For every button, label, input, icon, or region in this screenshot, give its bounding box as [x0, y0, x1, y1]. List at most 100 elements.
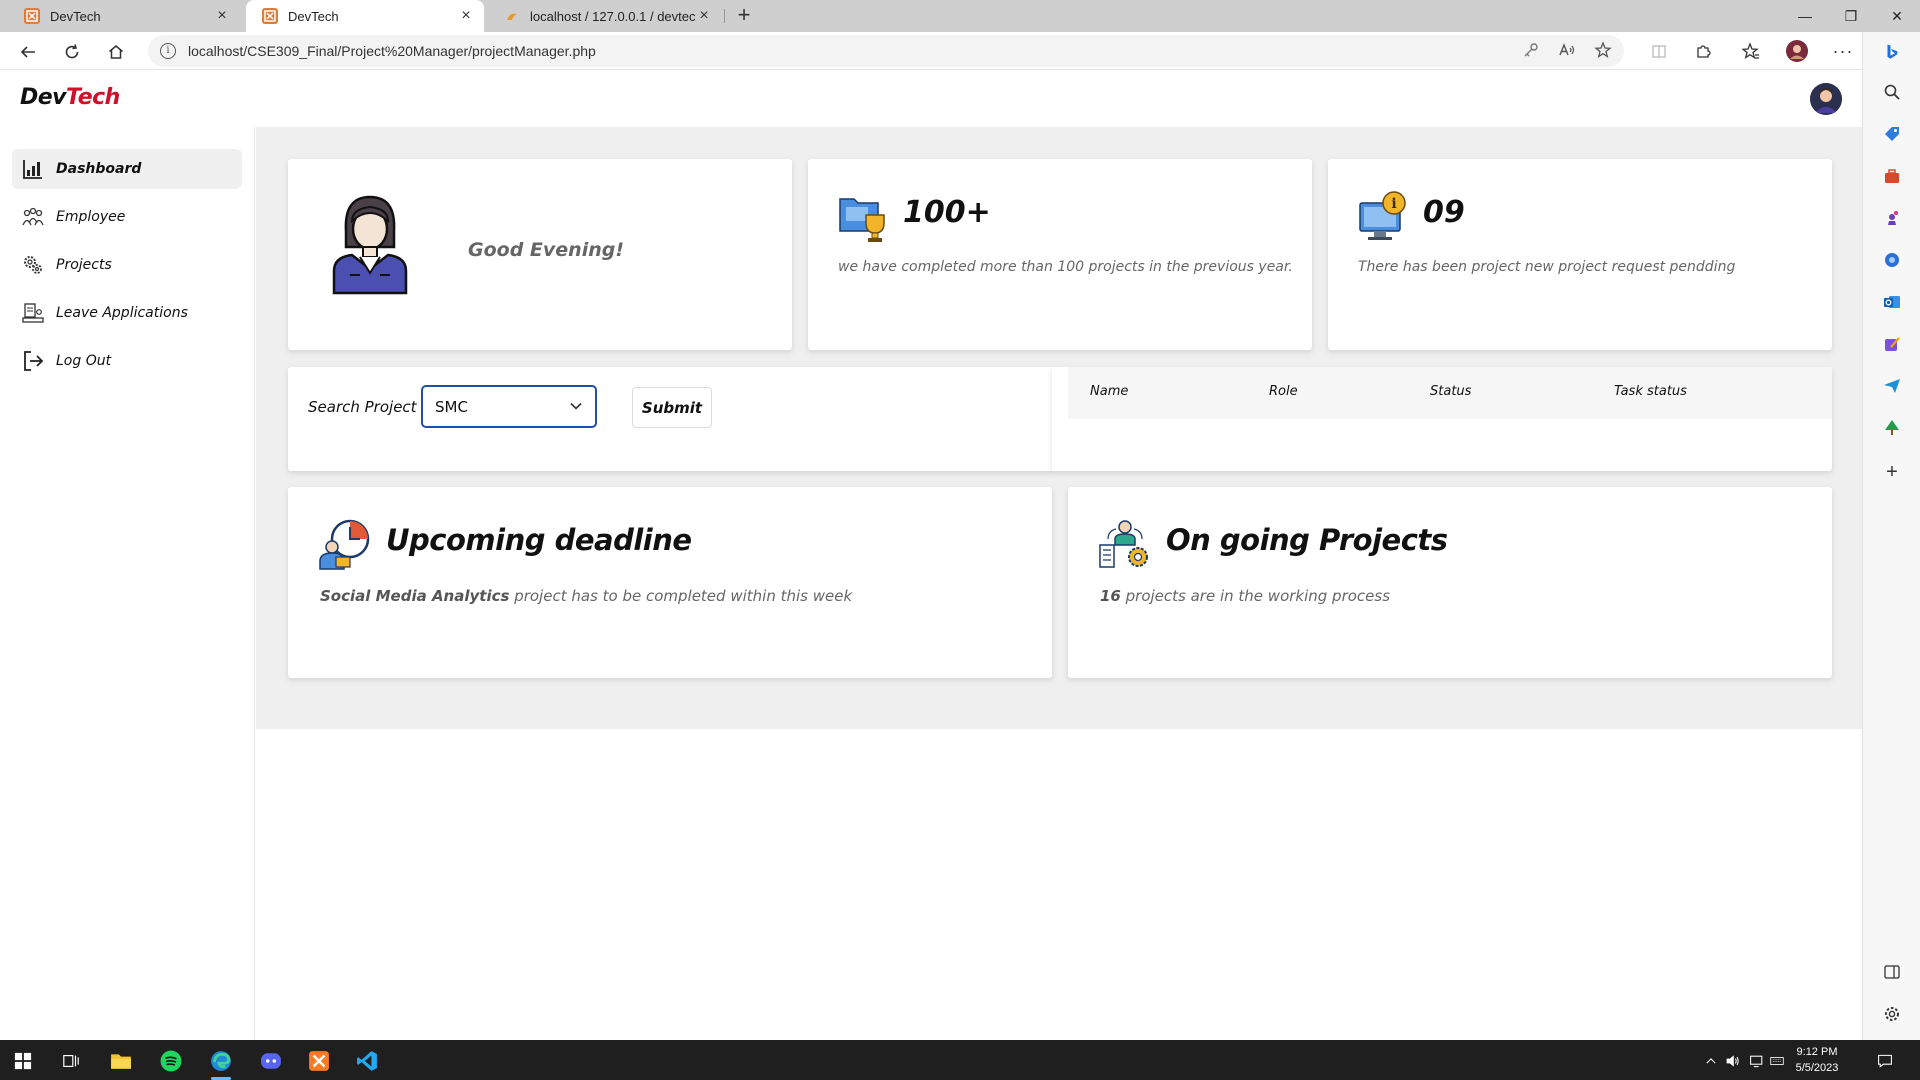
outlook-icon[interactable] [1880, 290, 1904, 314]
profile-avatar[interactable] [1786, 40, 1808, 62]
edge-sidebar: + [1862, 32, 1920, 1040]
tab-title: DevTech [50, 8, 101, 24]
trophy-folder-icon [839, 198, 885, 242]
sidebar-item-label: Dashboard [56, 161, 142, 177]
browser-tab[interactable]: localhost / 127.0.0.1 / devtech / t × [488, 0, 722, 32]
site-info-icon[interactable]: i [160, 43, 176, 59]
sidebar-item-employee[interactable]: Employee [12, 197, 242, 237]
phpmyadmin-favicon-icon [504, 8, 520, 24]
home-icon [109, 45, 123, 59]
split-screen-icon[interactable] [1648, 40, 1670, 62]
minimize-button[interactable]: — [1782, 0, 1828, 32]
monitor-info-icon: i [1359, 191, 1406, 240]
vscode-icon[interactable] [354, 1048, 380, 1074]
url-text[interactable]: localhost/CSE309_Final/Project%20Manager… [188, 43, 596, 59]
completed-projects-card: 100+ we have completed more than 100 pro… [808, 159, 1312, 350]
drop-send-icon[interactable] [1880, 374, 1904, 398]
address-bar[interactable]: i localhost/CSE309_Final/Project%20Manag… [148, 35, 1624, 67]
xampp-icon[interactable] [306, 1048, 332, 1074]
project-select[interactable]: SMC [421, 385, 597, 428]
new-tab-button[interactable]: + [732, 4, 756, 28]
sidebar-item-label: Employee [56, 209, 126, 225]
sidebar-item-dashboard[interactable]: Dashboard [12, 149, 242, 189]
key-icon[interactable] [1522, 41, 1540, 59]
notifications-icon[interactable] [1872, 1048, 1898, 1074]
greeting-text: Good Evening! [468, 239, 624, 261]
devtech-favicon-icon [262, 8, 278, 24]
browser-tab[interactable]: DevTech × [8, 0, 240, 32]
edge-browser-icon[interactable] [208, 1048, 234, 1080]
browser-tab-strip: DevTech × DevTech × localhost / 127.0.0.… [0, 0, 1920, 32]
home-button[interactable] [102, 38, 130, 66]
extensions-icon[interactable] [1692, 40, 1714, 62]
microsoft-365-icon[interactable] [1880, 248, 1904, 272]
search-icon[interactable] [1880, 80, 1904, 104]
column-header-task-status: Task status [1614, 384, 1687, 399]
tab-separator [724, 9, 725, 23]
deadline-title: Upcoming deadline [386, 523, 692, 557]
tab-title: localhost / 127.0.0.1 / devtech / t [530, 8, 696, 24]
settings-gear-icon[interactable] [1880, 1002, 1904, 1026]
read-aloud-icon[interactable] [1558, 41, 1576, 59]
discord-icon[interactable] [258, 1048, 284, 1074]
ongoing-description: 16 projects are in the working process [1100, 587, 1391, 605]
sidebar-item-label: Projects [56, 257, 112, 273]
chevron-down-icon [570, 402, 582, 410]
column-header-role: Role [1269, 384, 1298, 399]
table-header: Name Role Status Task status [1068, 367, 1832, 419]
back-button[interactable] [14, 38, 42, 66]
add-sidebar-app-icon[interactable]: + [1880, 460, 1904, 484]
more-options-icon[interactable]: ··· [1832, 40, 1854, 62]
deadline-description: Social Media Analytics project has to be… [320, 587, 853, 605]
close-tab-icon[interactable]: × [458, 8, 474, 24]
browser-toolbar: i localhost/CSE309_Final/Project%20Manag… [0, 32, 1920, 70]
refresh-button[interactable] [58, 38, 86, 66]
tree-icon[interactable] [1880, 416, 1904, 440]
restore-button[interactable]: ❐ [1828, 0, 1874, 32]
user-avatar[interactable] [1810, 83, 1842, 115]
logout-icon [20, 348, 46, 374]
spotify-icon[interactable] [158, 1048, 184, 1074]
close-tab-icon[interactable]: × [696, 8, 712, 24]
tray-clock[interactable]: 9:12 PM 5/5/2023 [1782, 1044, 1852, 1076]
close-tab-icon[interactable]: × [214, 8, 230, 24]
sidebar-item-leave-applications[interactable]: Leave Applications [12, 293, 242, 333]
volume-icon[interactable] [1720, 1048, 1746, 1074]
browser-tab-active[interactable]: DevTech × [246, 0, 484, 32]
shopping-tag-icon[interactable] [1880, 122, 1904, 146]
user-avatar-icon [1810, 83, 1842, 115]
employees-icon [20, 204, 46, 230]
sidebar-item-projects[interactable]: Projects [12, 245, 242, 285]
network-icon[interactable] [1744, 1048, 1770, 1074]
dashboard-content: Good Evening! 100+ we have completed mor… [256, 127, 1862, 729]
manager-avatar-icon [332, 195, 408, 295]
bing-chat-icon[interactable] [1878, 38, 1906, 66]
file-explorer-icon[interactable] [108, 1048, 134, 1074]
submit-button[interactable]: Submit [632, 387, 712, 428]
tray-date: 5/5/2023 [1795, 1062, 1839, 1074]
designer-icon[interactable] [1880, 332, 1904, 356]
sidebar-item-log-out[interactable]: Log Out [12, 341, 242, 381]
gears-icon [20, 252, 46, 278]
tools-briefcase-icon[interactable] [1880, 164, 1904, 188]
pending-requests-value: 09 [1423, 195, 1465, 230]
project-search-card: Search Project : SMC Submit [288, 367, 1052, 471]
app-sidebar: Dashboard Employee Projects Leave Applic… [0, 127, 255, 1040]
greeting-card: Good Evening! [288, 159, 792, 350]
windows-start-icon[interactable] [10, 1048, 36, 1074]
brand-logo[interactable]: DevTech [20, 85, 120, 110]
completed-projects-description: we have completed more than 100 projects… [838, 259, 1293, 275]
web-page: DevTech Dashboard Employee Projects Leav… [0, 71, 1862, 1040]
search-project-label: Search Project : [308, 398, 427, 416]
sidebar-hide-icon[interactable] [1880, 960, 1904, 984]
task-view-icon[interactable] [58, 1048, 84, 1074]
favorites-icon[interactable] [1740, 40, 1762, 62]
favorite-add-icon[interactable] [1594, 41, 1612, 59]
pending-requests-card: i 09 There has been project new project … [1328, 159, 1832, 350]
window-close-button[interactable]: ✕ [1874, 0, 1920, 32]
dashboard-icon [20, 156, 46, 182]
devtech-favicon-icon [24, 8, 40, 24]
deadline-project-name: Social Media Analytics [320, 587, 510, 605]
deadline-clock-icon [319, 519, 370, 570]
games-chess-icon[interactable] [1880, 206, 1904, 230]
